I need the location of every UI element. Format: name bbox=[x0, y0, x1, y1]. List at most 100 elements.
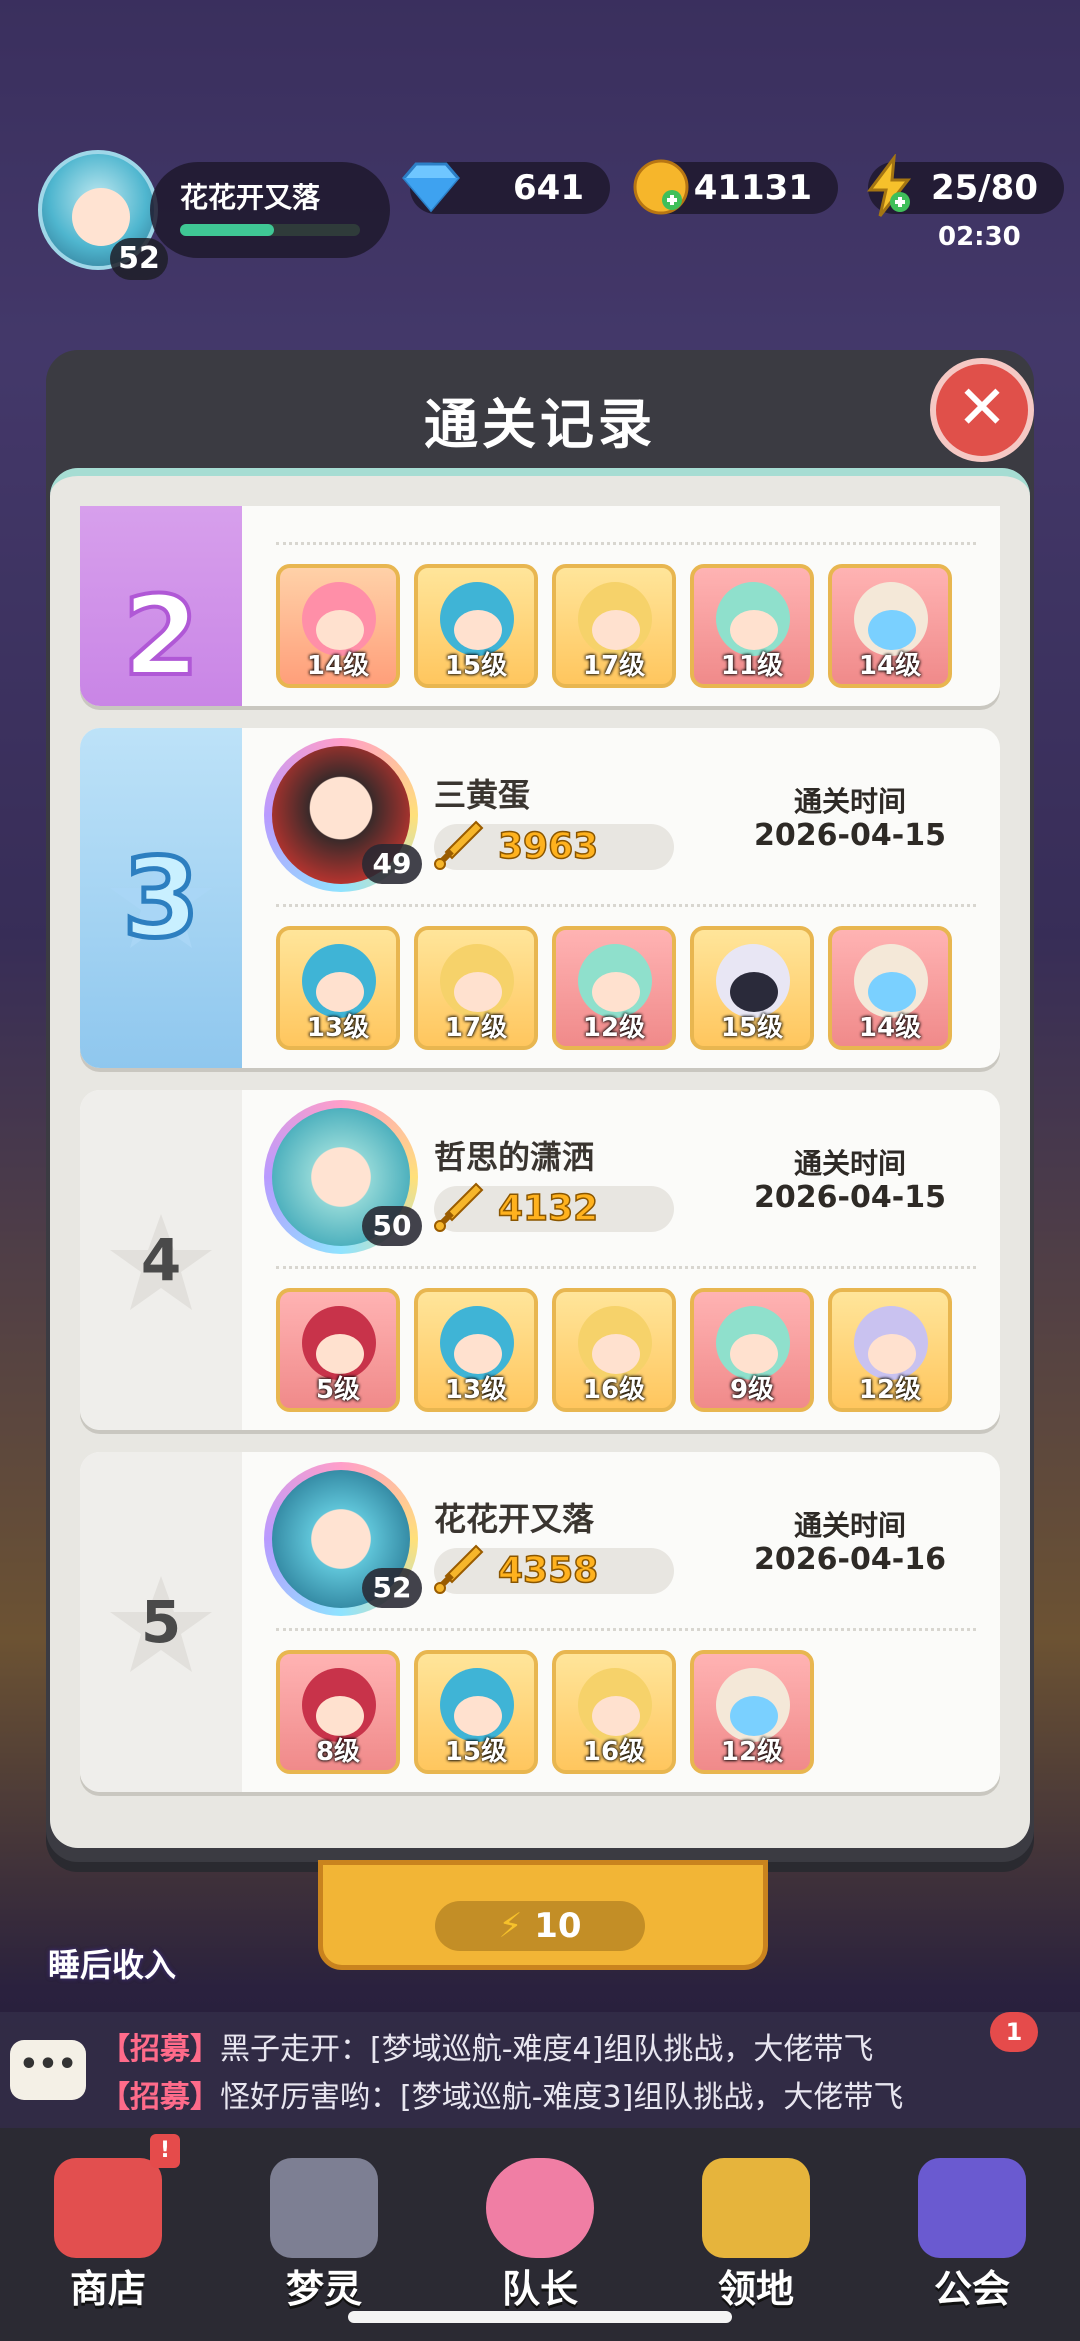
hero-level: 17级 bbox=[582, 651, 646, 681]
nav-label: 队长 bbox=[501, 2267, 578, 2311]
sleep-income-button[interactable]: 睡后收入 bbox=[48, 1940, 176, 1986]
shop-icon bbox=[54, 2158, 162, 2258]
energy-cost: ⚡ 10 bbox=[435, 1901, 645, 1951]
exp-bar bbox=[180, 224, 360, 236]
player-level: 50 bbox=[362, 1206, 422, 1246]
clear-time-label: 通关时间 bbox=[793, 1509, 906, 1542]
player-avatar[interactable]: 52 bbox=[264, 1462, 422, 1616]
player-name: 花花开又落 bbox=[180, 181, 321, 214]
hero-card[interactable]: 16级 bbox=[552, 1288, 676, 1412]
chat-bar[interactable]: ••• 【招募】黑子走开：[梦域巡航-难度4]组队挑战，大佬带飞 【招募】怪好厉… bbox=[0, 2012, 1080, 2128]
unread-badge: 1 bbox=[990, 2012, 1038, 2052]
hero-card[interactable]: 5级 bbox=[276, 1288, 400, 1412]
nav-alert-badge: ! bbox=[150, 2134, 180, 2168]
sword-icon bbox=[434, 820, 484, 870]
bottom-nav: ! 商店 梦灵 队长 领地 公会 bbox=[0, 2128, 1080, 2341]
hero-card[interactable]: 14级 bbox=[276, 564, 400, 688]
player-level: 52 bbox=[110, 238, 168, 280]
clear-records-modal: 通关记录 ✕ 2 14级 15级 17级 11级 14级 3 49 三黄蛋 39… bbox=[46, 350, 1034, 1862]
rank-number: 2 bbox=[121, 570, 202, 702]
hero-card[interactable]: 8级 bbox=[276, 1650, 400, 1774]
diamond-value: 641 bbox=[513, 168, 584, 208]
hero-card[interactable]: 14级 bbox=[828, 926, 952, 1050]
player-level: 49 bbox=[362, 844, 422, 884]
chat-text: 怪好厉害哟：[梦域巡航-难度3]组队挑战，大佬带飞 bbox=[220, 2080, 904, 2115]
hero-level: 15级 bbox=[444, 651, 508, 681]
hero-card[interactable]: 12级 bbox=[690, 1650, 814, 1774]
status-bar: 花花开又落 52 641 41131 25/80 02:30 bbox=[0, 150, 1080, 280]
modal-title: 通关记录 bbox=[424, 393, 656, 456]
hero-card[interactable]: 9级 bbox=[690, 1288, 814, 1412]
hero-level: 12级 bbox=[720, 1737, 784, 1767]
lightning-plus-icon bbox=[867, 154, 912, 217]
energy-counter[interactable]: 25/80 bbox=[867, 154, 1064, 217]
captain-icon bbox=[486, 2158, 594, 2258]
hero-level: 16级 bbox=[582, 1375, 646, 1405]
hero-level: 15级 bbox=[444, 1737, 508, 1767]
nav-captain[interactable]: 队长 bbox=[432, 2128, 648, 2341]
player-level: 52 bbox=[362, 1568, 422, 1608]
rank-number: 4 bbox=[140, 1226, 182, 1294]
hero-card[interactable]: 15级 bbox=[414, 564, 538, 688]
sword-icon bbox=[434, 1182, 484, 1232]
nav-label: 商店 bbox=[69, 2267, 146, 2311]
hero-card[interactable]: 13级 bbox=[414, 1288, 538, 1412]
player-info: 花花开又落 bbox=[150, 162, 390, 258]
nav-spirit[interactable]: 梦灵 bbox=[216, 2128, 432, 2341]
record-row-3: 3 49 三黄蛋 3963 通关时间 2026-04-15 13级 17级 12… bbox=[80, 728, 1000, 1068]
clear-time-label: 通关时间 bbox=[793, 1147, 906, 1180]
territory-icon bbox=[702, 2158, 810, 2258]
hero-level: 13级 bbox=[444, 1375, 508, 1405]
chat-text: 黑子走开：[梦域巡航-难度4]组队挑战，大佬带飞 bbox=[220, 2032, 874, 2067]
nav-label: 公会 bbox=[933, 2267, 1010, 2311]
power-display: 4358 bbox=[434, 1544, 674, 1594]
nav-label: 梦灵 bbox=[285, 2267, 362, 2311]
hero-card[interactable]: 15级 bbox=[414, 1650, 538, 1774]
rank-badge: 4 bbox=[80, 1090, 242, 1430]
home-indicator[interactable] bbox=[348, 2311, 732, 2323]
record-row-2: 2 14级 15级 17级 11级 14级 bbox=[80, 506, 1000, 706]
lightning-icon: ⚡ bbox=[498, 1906, 523, 1946]
hero-card[interactable]: 13级 bbox=[276, 926, 400, 1050]
hero-card[interactable]: 12级 bbox=[552, 926, 676, 1050]
power-display: 3963 bbox=[434, 820, 674, 870]
rank-badge: 2 bbox=[80, 506, 242, 706]
player-name: 哲思的潇洒 bbox=[434, 1138, 595, 1176]
chat-message: 【招募】怪好厉害哟：[梦域巡航-难度3]组队挑战，大佬带飞 bbox=[100, 2072, 903, 2116]
player-avatar[interactable]: 50 bbox=[264, 1100, 422, 1254]
hero-lineup: 5级 13级 16级 9级 12级 bbox=[276, 1288, 952, 1412]
diamond-counter[interactable]: 641 bbox=[402, 162, 610, 214]
coin-counter[interactable]: 41131 bbox=[633, 159, 838, 215]
nav-label: 领地 bbox=[717, 2267, 794, 2311]
power-display: 4132 bbox=[434, 1182, 674, 1232]
hero-card[interactable]: 12级 bbox=[828, 1288, 952, 1412]
sword-icon bbox=[434, 1544, 484, 1594]
records-list[interactable]: 2 14级 15级 17级 11级 14级 3 49 三黄蛋 3963 通关时间… bbox=[80, 506, 1000, 1818]
nav-guild[interactable]: 公会 bbox=[864, 2128, 1080, 2341]
start-challenge-button[interactable]: ⚡ 10 bbox=[318, 1860, 768, 1970]
hero-card[interactable]: 15级 bbox=[690, 926, 814, 1050]
hero-level: 16级 bbox=[582, 1737, 646, 1767]
nav-shop[interactable]: ! 商店 bbox=[0, 2128, 216, 2341]
player-avatar[interactable]: 49 bbox=[264, 738, 422, 892]
close-button[interactable]: ✕ bbox=[930, 358, 1034, 462]
hero-card[interactable]: 17级 bbox=[552, 564, 676, 688]
hero-card[interactable]: 16级 bbox=[552, 1650, 676, 1774]
hero-level: 8级 bbox=[315, 1737, 361, 1767]
nav-territory[interactable]: 领地 bbox=[648, 2128, 864, 2341]
energy-value: 25/80 bbox=[930, 168, 1038, 208]
coin-plus-icon bbox=[633, 159, 689, 215]
spirit-icon bbox=[270, 2158, 378, 2258]
chat-bubble-icon[interactable]: ••• bbox=[10, 2040, 86, 2100]
hero-card[interactable]: 14级 bbox=[828, 564, 952, 688]
close-icon: ✕ bbox=[956, 373, 1008, 443]
hero-level: 17级 bbox=[444, 1013, 508, 1043]
clear-time-label: 通关时间 bbox=[793, 785, 906, 818]
hero-card[interactable]: 11级 bbox=[690, 564, 814, 688]
chat-message: 【招募】黑子走开：[梦域巡航-难度4]组队挑战，大佬带飞 bbox=[100, 2024, 873, 2068]
rank-badge: 3 bbox=[80, 728, 242, 1068]
hero-level: 14级 bbox=[306, 651, 370, 681]
hero-level: 14级 bbox=[858, 651, 922, 681]
player-name: 花花开又落 bbox=[434, 1500, 595, 1538]
hero-card[interactable]: 17级 bbox=[414, 926, 538, 1050]
